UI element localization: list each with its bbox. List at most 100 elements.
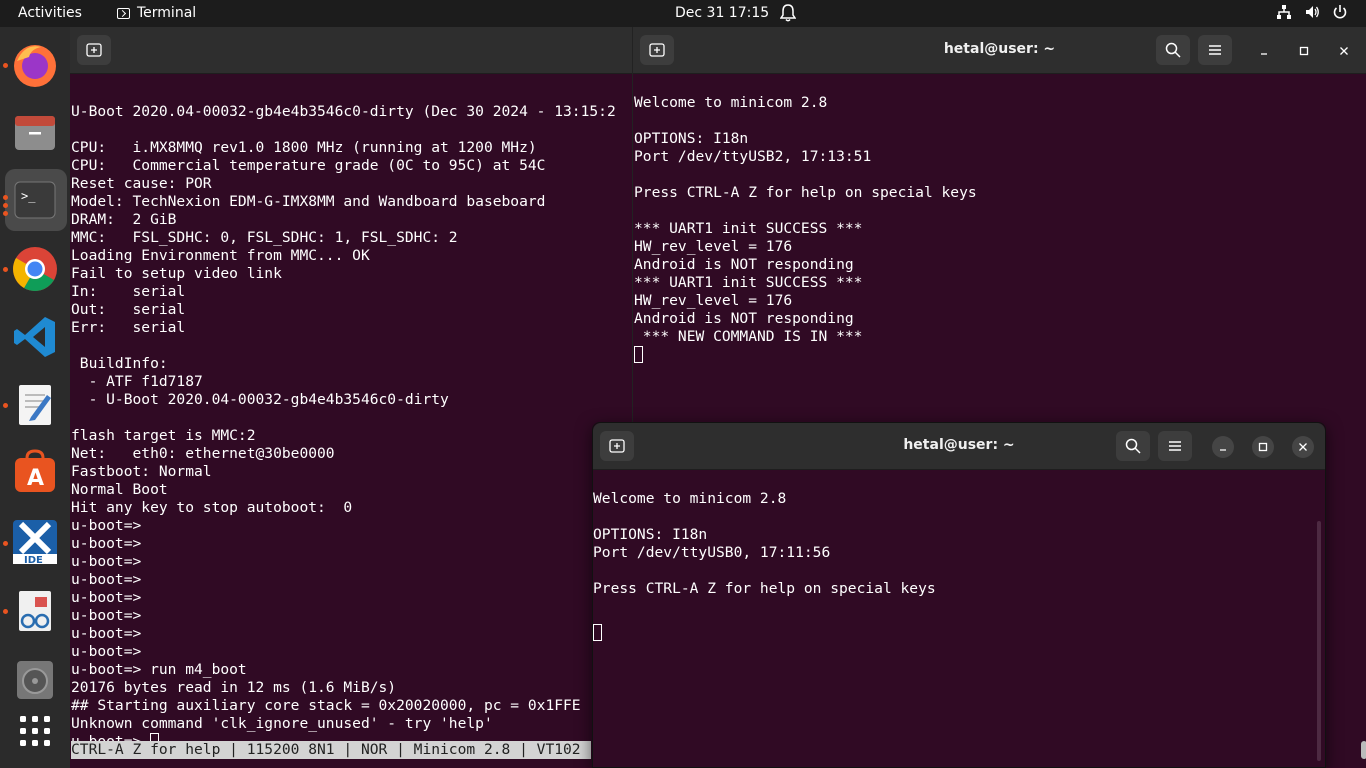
terminal-line: - ATF f1d7187 bbox=[71, 373, 203, 390]
maximize-button[interactable] bbox=[1293, 40, 1315, 62]
text-editor-icon[interactable] bbox=[11, 381, 59, 429]
scrollbar[interactable] bbox=[1317, 521, 1321, 761]
terminal-line: Reset cause: POR bbox=[71, 175, 212, 192]
svg-text:A: A bbox=[27, 466, 44, 491]
terminal-line: *** UART1 init SUCCESS *** bbox=[634, 220, 863, 237]
clock[interactable]: Dec 31 17:15 bbox=[675, 5, 769, 21]
terminal-line: Welcome to minicom 2.8 bbox=[634, 94, 828, 111]
terminal-line: 20176 bytes read in 12 ms (1.6 MiB/s) bbox=[71, 679, 397, 696]
new-tab-icon bbox=[86, 43, 102, 57]
running-indicator bbox=[3, 609, 8, 614]
minimize-button[interactable] bbox=[1212, 436, 1234, 458]
bell-icon[interactable] bbox=[779, 4, 797, 26]
terminal-line: u-boot=> bbox=[71, 643, 142, 660]
terminal-line: Port /dev/ttyUSB0, 17:11:56 bbox=[593, 544, 831, 561]
terminal-line: OPTIONS: I18n bbox=[593, 526, 708, 543]
app-menu[interactable]: Terminal bbox=[117, 5, 196, 21]
document-viewer-icon[interactable] bbox=[11, 587, 59, 635]
running-indicator bbox=[3, 403, 8, 408]
terminal-icon[interactable]: >_ bbox=[11, 176, 59, 224]
minicom-status-bar: CTRL-A Z for help | 115200 8N1 | NOR | M… bbox=[71, 741, 591, 759]
close-icon bbox=[1340, 47, 1348, 55]
network-icon bbox=[1277, 5, 1291, 19]
terminal-line: CPU: Commercial temperature grade (0C to… bbox=[71, 157, 546, 174]
stm32-ide-icon[interactable]: IDE bbox=[11, 518, 59, 566]
chrome-icon[interactable] bbox=[11, 245, 59, 293]
minimize-button[interactable] bbox=[1253, 40, 1275, 62]
terminal-line: *** UART1 init SUCCESS *** bbox=[634, 274, 863, 291]
terminal-line: ## Starting auxiliary core stack = 0x200… bbox=[71, 697, 581, 714]
terminal-line: u-boot=> bbox=[71, 607, 142, 624]
headerbar: hetal@user: ~ bbox=[593, 423, 1325, 470]
terminal-line: Model: TechNexion EDM-G-IMX8MM and Wandb… bbox=[71, 193, 546, 210]
terminal-line: - U-Boot 2020.04-00032-gb4e4b3546c0-dirt… bbox=[71, 391, 449, 408]
svg-text:>_: >_ bbox=[21, 189, 36, 203]
terminal-line: Normal Boot bbox=[71, 481, 168, 498]
terminal-line: Android is NOT responding bbox=[634, 256, 854, 273]
new-tab-button[interactable] bbox=[77, 35, 111, 65]
terminal-line: u-boot=> bbox=[71, 553, 142, 570]
scrollbar[interactable] bbox=[1361, 741, 1366, 759]
app-center-icon[interactable]: A bbox=[11, 448, 59, 496]
running-indicator bbox=[3, 195, 8, 200]
terminal-line: u-boot=> bbox=[71, 571, 142, 588]
terminal-prompt-line[interactable] bbox=[634, 346, 977, 364]
terminal-line: OPTIONS: I18n bbox=[634, 130, 749, 147]
terminal-line: flash target is MMC:2 bbox=[71, 427, 256, 444]
close-button[interactable] bbox=[1292, 436, 1314, 458]
system-tray[interactable] bbox=[1276, 4, 1348, 20]
terminal-line: MMC: FSL_SDHC: 0, FSL_SDHC: 1, FSL_SDHC:… bbox=[71, 229, 458, 246]
app-name: Terminal bbox=[137, 5, 197, 21]
vscode-icon[interactable] bbox=[11, 313, 59, 361]
terminal-line: DRAM: 2 GiB bbox=[71, 211, 177, 228]
terminal-window-left[interactable]: U-Boot 2020.04-00032-gb4e4b3546c0-dirty … bbox=[70, 27, 632, 768]
maximize-icon bbox=[1299, 46, 1309, 56]
search-button[interactable] bbox=[1156, 35, 1190, 65]
minimize-icon bbox=[1261, 53, 1267, 55]
volume-icon bbox=[1306, 6, 1319, 18]
running-indicator bbox=[3, 211, 8, 216]
terminal-output[interactable]: Welcome to minicom 2.8 OPTIONS: I18n Port … bbox=[634, 94, 977, 364]
terminal-line: u-boot=> bbox=[71, 535, 142, 552]
files-icon[interactable] bbox=[11, 108, 59, 156]
terminal-prompt-line[interactable] bbox=[593, 616, 936, 641]
menu-button[interactable] bbox=[1198, 35, 1232, 65]
hamburger-icon bbox=[1169, 441, 1181, 451]
search-button[interactable] bbox=[1116, 431, 1150, 461]
headerbar: hetal@user: ~ bbox=[633, 27, 1366, 74]
terminal-line: Out: serial bbox=[71, 301, 186, 318]
close-button[interactable] bbox=[1333, 40, 1355, 62]
terminal-line: In: serial bbox=[71, 283, 186, 300]
terminal-line: Press CTRL-A Z for help on special keys bbox=[593, 580, 936, 597]
terminal-line: Fastboot: Normal bbox=[71, 463, 212, 480]
running-indicator bbox=[3, 63, 8, 68]
menu-button[interactable] bbox=[1158, 431, 1192, 461]
activities-button[interactable]: Activities bbox=[18, 5, 82, 21]
terminal-line: U-Boot 2020.04-00032-gb4e4b3546c0-dirty … bbox=[71, 103, 616, 120]
running-indicator bbox=[3, 267, 8, 272]
maximize-button[interactable] bbox=[1252, 436, 1274, 458]
running-indicator bbox=[3, 541, 8, 546]
terminal-line: Hit any key to stop autoboot: 0 bbox=[71, 499, 353, 516]
terminal-line: Err: serial bbox=[71, 319, 186, 336]
terminal-output[interactable]: Welcome to minicom 2.8 OPTIONS: I18n Port … bbox=[593, 490, 936, 641]
svg-text:IDE: IDE bbox=[24, 555, 43, 566]
terminal-line: *** NEW COMMAND IS IN *** bbox=[634, 328, 863, 345]
terminal-line: Loading Environment from MMC... OK bbox=[71, 247, 370, 264]
disk-icon[interactable] bbox=[11, 655, 59, 703]
terminal-output[interactable]: U-Boot 2020.04-00032-gb4e4b3546c0-dirty … bbox=[71, 85, 616, 751]
terminal-window-front[interactable]: hetal@user: ~ Welcome to minicom 2.8 OPTI… bbox=[592, 422, 1326, 768]
terminal-line: Fail to setup video link bbox=[71, 265, 282, 282]
text-cursor bbox=[593, 624, 602, 641]
close-icon bbox=[1299, 443, 1307, 451]
firefox-icon[interactable] bbox=[11, 41, 59, 89]
show-apps-icon[interactable] bbox=[11, 710, 59, 758]
text-cursor bbox=[634, 346, 643, 363]
terminal-line: u-boot=> run m4_boot bbox=[71, 661, 247, 678]
terminal-line: u-boot=> bbox=[71, 517, 142, 534]
